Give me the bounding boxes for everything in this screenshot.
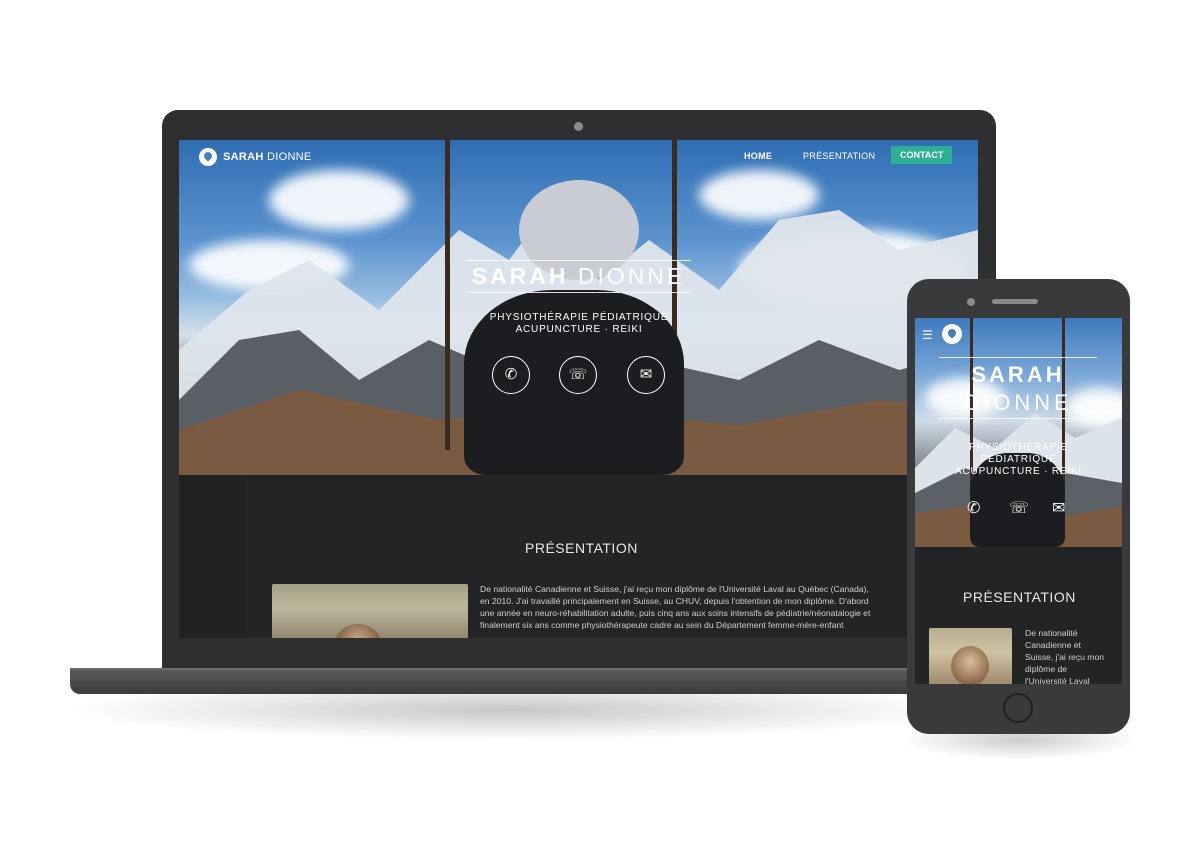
nav-bar: SARAH DIONNE HOME PRÉSENTATION CONTACT bbox=[179, 140, 978, 172]
hero-title-first: SARAH bbox=[471, 263, 569, 289]
phone-icon[interactable]: ✆ bbox=[492, 356, 530, 394]
mobile-presentation-title: PRÉSENTATION bbox=[963, 589, 1076, 605]
swing-rope bbox=[445, 140, 450, 450]
mobile-subtitle-line1: PHYSIOTHÉRAPIE bbox=[969, 442, 1068, 453]
email-icon[interactable]: ✉ bbox=[1052, 498, 1065, 518]
brand-first: SARAH bbox=[223, 151, 264, 163]
lotus-logo-icon[interactable] bbox=[942, 324, 962, 344]
whatsapp-icon[interactable]: ☏ bbox=[1009, 498, 1029, 518]
profile-photo bbox=[272, 584, 468, 638]
mobile-hero-subtitle: PHYSIOTHÉRAPIE PÉDIATRIQUE ACUPUNCTURE ·… bbox=[935, 442, 1102, 478]
contact-button[interactable]: CONTACT bbox=[891, 146, 953, 164]
hero-subtitle-line2: ACUPUNCTURE · REIKI bbox=[515, 324, 643, 335]
hero-title: SARAH DIONNE bbox=[466, 260, 691, 293]
presentation-text: De nationalité Canadienne et Suisse, j'a… bbox=[480, 584, 871, 630]
mobile-profile-photo bbox=[929, 628, 1012, 684]
hamburger-menu-icon[interactable]: ☰ bbox=[922, 329, 935, 341]
mobile-hero-title-first: SARAH bbox=[939, 357, 1097, 388]
hero-subtitle-line1: PHYSIOTHÉRAPIE PÉDIATRIQUE bbox=[489, 312, 669, 323]
lotus-logo-icon bbox=[199, 148, 217, 166]
phone-camera bbox=[967, 298, 975, 306]
brand-last: DIONNE bbox=[266, 151, 312, 163]
profile-face bbox=[335, 624, 381, 638]
desktop-website: SARAH DIONNE HOME PRÉSENTATION CONTACT S… bbox=[179, 140, 978, 638]
whatsapp-icon[interactable]: ☏ bbox=[559, 356, 597, 394]
mobile-hero-title-last: DIONNE bbox=[939, 390, 1097, 419]
mobile-presentation-text: De nationalité Canadienne et Suisse, j'a… bbox=[1025, 628, 1105, 684]
mobile-subtitle-line2: PÉDIATRIQUE bbox=[980, 454, 1057, 465]
hero-image: SARAH DIONNE HOME PRÉSENTATION CONTACT S… bbox=[179, 140, 978, 475]
email-icon[interactable]: ✉ bbox=[627, 356, 665, 394]
nav-presentation[interactable]: PRÉSENTATION bbox=[803, 151, 875, 161]
mobile-website: ☰ SARAH DIONNE PHYSIOTHÉRAPIE PÉDIATRIQU… bbox=[915, 318, 1122, 684]
presentation-title: PRÉSENTATION bbox=[525, 540, 638, 556]
brand[interactable]: SARAH DIONNE bbox=[199, 148, 312, 166]
phone-icon[interactable]: ✆ bbox=[967, 498, 980, 518]
hero-title-last: DIONNE bbox=[577, 263, 686, 289]
hero-subtitle: PHYSIOTHÉRAPIE PÉDIATRIQUE ACUPUNCTURE ·… bbox=[429, 312, 729, 336]
laptop-camera bbox=[574, 122, 583, 131]
phone-home-button[interactable] bbox=[1003, 693, 1033, 723]
nav-home[interactable]: HOME bbox=[744, 151, 772, 161]
mobile-hero-image: ☰ SARAH DIONNE PHYSIOTHÉRAPIE PÉDIATRIQU… bbox=[915, 318, 1122, 547]
phone-speaker bbox=[992, 299, 1038, 304]
mobile-profile-face bbox=[951, 646, 989, 684]
presentation-section: PRÉSENTATION De nationalité Canadienne e… bbox=[179, 475, 978, 638]
mobile-subtitle-line3: ACUPUNCTURE · REIKI bbox=[955, 466, 1082, 477]
